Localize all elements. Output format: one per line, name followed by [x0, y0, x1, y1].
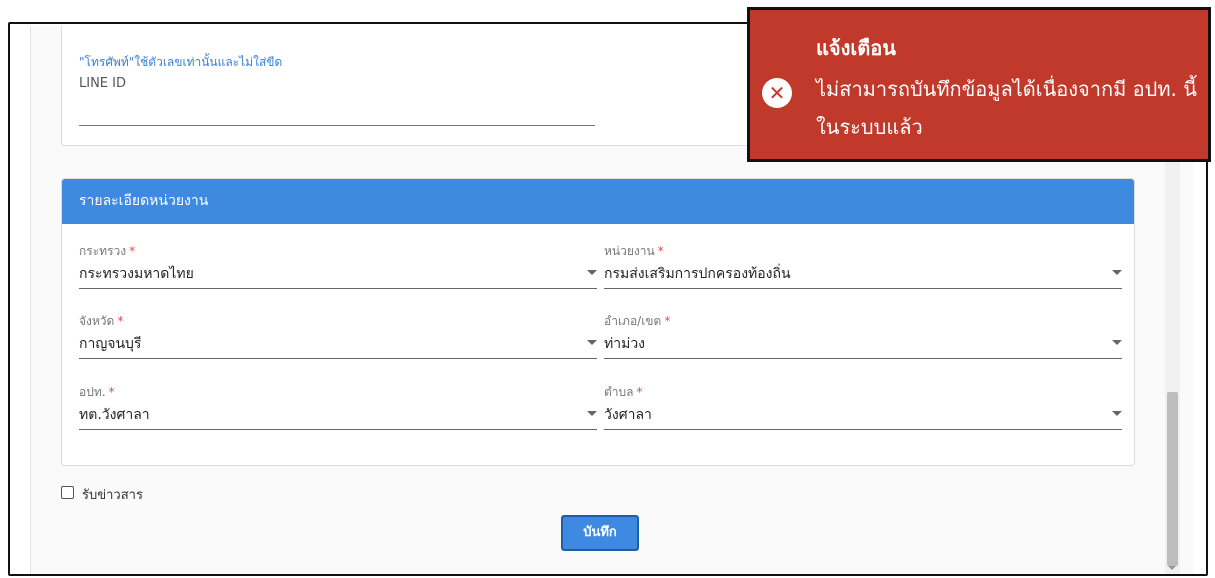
- district-select[interactable]: อำเภอ/เขต * ท่าม่วง: [604, 312, 1122, 360]
- required-mark: *: [117, 314, 124, 328]
- required-mark: *: [664, 314, 671, 328]
- newsletter-checkbox[interactable]: [61, 486, 74, 499]
- required-mark: *: [129, 244, 136, 258]
- required-mark: *: [108, 385, 115, 399]
- scrollbar-thumb[interactable]: [1167, 392, 1178, 566]
- chevron-down-icon[interactable]: [587, 270, 597, 275]
- chevron-down-icon[interactable]: [1112, 340, 1122, 345]
- chevron-down-icon[interactable]: [587, 340, 597, 345]
- agency-card-header: รายละเอียดหน่วยงาน: [62, 179, 1134, 224]
- district-label: อำเภอ/เขต: [604, 314, 662, 328]
- chevron-down-icon[interactable]: [1112, 411, 1122, 416]
- required-mark: *: [636, 385, 643, 399]
- district-value: ท่าม่วง: [604, 336, 646, 352]
- department-label: หน่วยงาน: [604, 244, 655, 258]
- lao-label: อปท.: [79, 385, 106, 399]
- line-id-label: LINE ID: [79, 76, 126, 91]
- subdistrict-value: วังศาลา: [604, 407, 652, 423]
- line-id-field[interactable]: [79, 125, 595, 126]
- province-value: กาญจนบุรี: [79, 336, 142, 352]
- phone-hint: "โทรศัพท์"ใช้ตัวเลขเท่านั้นและไม่ใส่ขีด: [79, 55, 283, 69]
- department-value: กรมส่งเสริมการปกครองท้องถิ่น: [604, 266, 791, 282]
- close-circle-icon: ✕: [762, 78, 792, 108]
- lao-select[interactable]: อปท. * ทต.วังศาลา: [79, 383, 597, 431]
- required-mark: *: [657, 244, 664, 258]
- agency-card: รายละเอียดหน่วยงาน กระทรวง * กระทรวงมหาดไ…: [61, 178, 1135, 466]
- department-select[interactable]: หน่วยงาน * กรมส่งเสริมการปกครองท้องถิ่น: [604, 242, 1122, 290]
- subdistrict-label: ตำบล: [604, 385, 634, 399]
- ministry-select[interactable]: กระทรวง * กระทรวงมหาดไทย: [79, 242, 597, 290]
- subdistrict-select[interactable]: ตำบล * วังศาลา: [604, 383, 1122, 431]
- error-toast: แจ้งเตือน ✕ ไม่สามารถบันทึกข้อมูลได้เนื่…: [747, 7, 1211, 162]
- scroll-down-arrow-icon[interactable]: [1168, 566, 1176, 570]
- chevron-down-icon[interactable]: [1112, 270, 1122, 275]
- toast-message: ไม่สามารถบันทึกข้อมูลได้เนื่องจากมี อปท.…: [816, 77, 1197, 139]
- chevron-down-icon[interactable]: [587, 411, 597, 416]
- ministry-value: กระทรวงมหาดไทย: [79, 266, 194, 282]
- lao-value: ทต.วังศาลา: [79, 407, 150, 423]
- province-select[interactable]: จังหวัด * กาญจนบุรี: [79, 312, 597, 360]
- newsletter-label: รับข่าวสาร: [82, 488, 143, 503]
- save-button[interactable]: บันทึก: [561, 515, 639, 551]
- toast-title: แจ้งเตือน: [816, 36, 896, 60]
- province-label: จังหวัด: [79, 314, 115, 328]
- ministry-label: กระทรวง: [79, 244, 127, 258]
